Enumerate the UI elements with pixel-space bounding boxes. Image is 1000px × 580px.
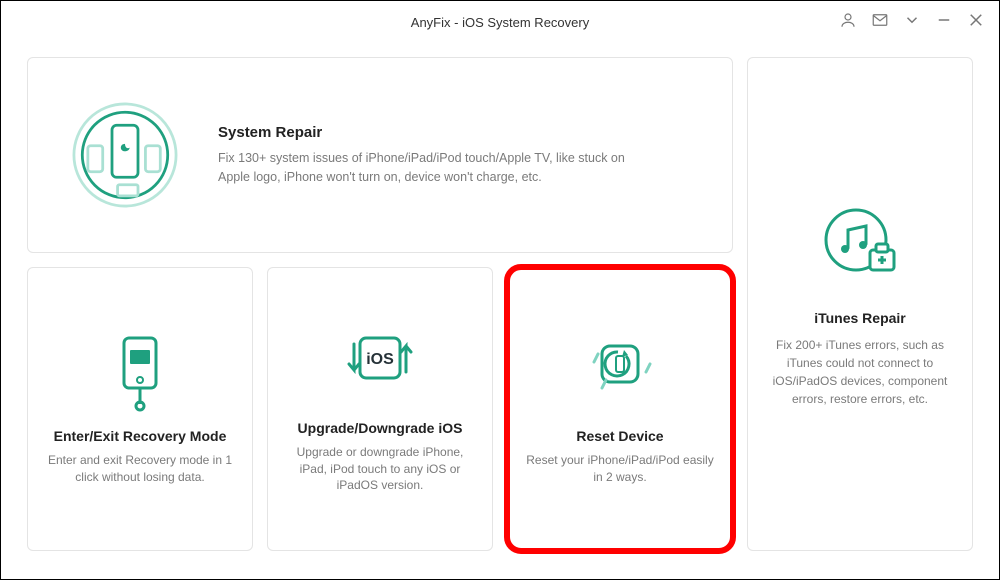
mail-icon[interactable] bbox=[871, 11, 889, 29]
recovery-mode-title: Enter/Exit Recovery Mode bbox=[54, 428, 227, 444]
itunes-repair-card[interactable]: iTunes Repair Fix 200+ iTunes errors, su… bbox=[747, 57, 973, 551]
minimize-icon[interactable] bbox=[935, 11, 953, 29]
minimize-collapse-icon[interactable] bbox=[903, 11, 921, 29]
bottom-cards: Enter/Exit Recovery Mode Enter and exit … bbox=[27, 267, 733, 551]
svg-text:iOS: iOS bbox=[366, 351, 394, 368]
system-repair-title: System Repair bbox=[218, 124, 648, 141]
content-area: System Repair Fix 130+ system issues of … bbox=[1, 43, 999, 579]
recovery-mode-card[interactable]: Enter/Exit Recovery Mode Enter and exit … bbox=[27, 267, 253, 551]
system-repair-icon bbox=[60, 90, 190, 220]
reset-device-title: Reset Device bbox=[576, 428, 663, 444]
itunes-repair-desc: Fix 200+ iTunes errors, such as iTunes c… bbox=[766, 336, 954, 408]
reset-device-desc: Reset your iPhone/iPad/iPod easily in 2 … bbox=[524, 452, 716, 486]
itunes-repair-title: iTunes Repair bbox=[814, 310, 906, 326]
upgrade-downgrade-title: Upgrade/Downgrade iOS bbox=[298, 420, 463, 436]
upgrade-downgrade-card[interactable]: iOS Upgrade/Downgrade iOS Upgrade or dow… bbox=[267, 267, 493, 551]
recovery-mode-icon bbox=[100, 332, 180, 412]
reset-device-icon bbox=[580, 332, 660, 412]
reset-device-card[interactable]: Reset Device Reset your iPhone/iPad/iPod… bbox=[507, 267, 733, 551]
upgrade-downgrade-icon: iOS bbox=[340, 324, 420, 404]
title-bar: AnyFix - iOS System Recovery bbox=[1, 1, 999, 43]
window-title: AnyFix - iOS System Recovery bbox=[411, 15, 589, 30]
recovery-mode-desc: Enter and exit Recovery mode in 1 click … bbox=[44, 452, 236, 486]
account-icon[interactable] bbox=[839, 11, 857, 29]
upgrade-downgrade-desc: Upgrade or downgrade iPhone, iPad, iPod … bbox=[284, 444, 476, 494]
itunes-repair-icon bbox=[816, 200, 904, 288]
system-repair-desc: Fix 130+ system issues of iPhone/iPad/iP… bbox=[218, 149, 648, 187]
window-controls bbox=[839, 11, 985, 29]
close-icon[interactable] bbox=[967, 11, 985, 29]
system-repair-text: System Repair Fix 130+ system issues of … bbox=[218, 124, 648, 187]
system-repair-card[interactable]: System Repair Fix 130+ system issues of … bbox=[27, 57, 733, 253]
